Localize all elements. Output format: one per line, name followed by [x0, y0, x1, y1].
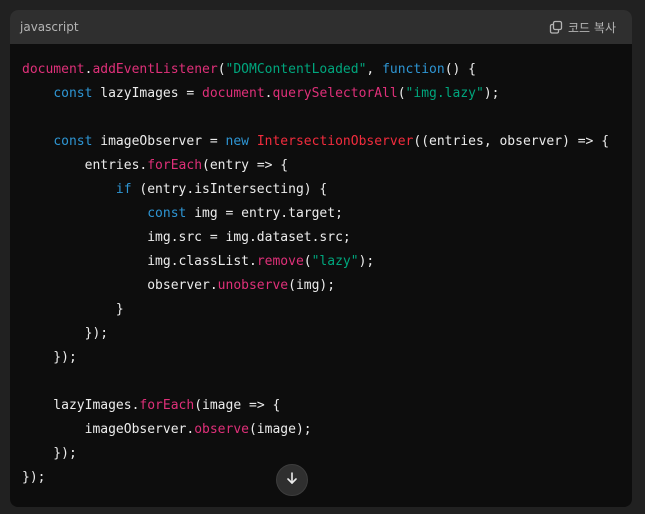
code-token: img = entry.target; [186, 206, 343, 221]
code-token: unobserve [217, 278, 289, 293]
arrow-down-icon [285, 471, 299, 490]
code-token: "lazy" [311, 254, 359, 269]
code-token: const [53, 86, 93, 101]
code-token: ( [397, 86, 406, 101]
code-token: ); [358, 254, 375, 269]
code-token: const [53, 134, 93, 149]
code-token: IntersectionObserver [256, 134, 414, 149]
code-token: (image => { [194, 398, 281, 413]
code-language-label: javascript [20, 20, 79, 34]
code-token: addEventListener [92, 62, 218, 77]
code-token: imageObserver = [92, 134, 226, 149]
code-token: forEach [147, 158, 203, 173]
code-line: const imageObserver = new IntersectionOb… [22, 130, 609, 154]
code-token: if [115, 182, 132, 197]
code-line: imageObserver.observe(image); [22, 418, 609, 442]
code-line: img.classList.remove("lazy"); [22, 250, 609, 274]
code-token: () { [444, 62, 476, 77]
code-token: observe [194, 422, 249, 437]
code-line: document.addEventListener("DOMContentLoa… [22, 58, 609, 82]
code-token: img.src = img.dataset.src; [22, 230, 351, 245]
code-token: img.classList. [22, 254, 257, 269]
code-token: }); [22, 470, 46, 485]
code-line: }); [22, 442, 609, 466]
code-token: new [225, 134, 249, 149]
code-line: }); [22, 322, 609, 346]
code-token: }); [22, 326, 109, 341]
code-line: } [22, 298, 609, 322]
code-line: observer.unobserve(img); [22, 274, 609, 298]
scroll-to-bottom-button[interactable] [276, 464, 308, 496]
copy-code-button[interactable]: 코드 복사 [549, 19, 616, 36]
code-token: ); [483, 86, 500, 101]
code-token: document [202, 86, 265, 101]
code-token: (img); [288, 278, 336, 293]
code-block-header: javascript 코드 복사 [10, 10, 632, 44]
code-line: }); [22, 466, 609, 490]
code-token: (image); [248, 422, 312, 437]
code-content: document.addEventListener("DOMContentLoa… [22, 58, 609, 490]
code-token: lazyImages = [92, 86, 203, 101]
code-line: const img = entry.target; [22, 202, 609, 226]
code-token: "DOMContentLoaded" [225, 62, 367, 77]
code-token: observer. [22, 278, 218, 293]
copy-icon [549, 20, 563, 34]
code-token: }); [22, 446, 77, 461]
code-token: } [22, 302, 124, 317]
code-token: querySelectorAll [272, 86, 398, 101]
code-line: if (entry.isIntersecting) { [22, 178, 609, 202]
code-token: ( [217, 62, 226, 77]
code-token: , [366, 62, 383, 77]
code-token: imageObserver. [22, 422, 195, 437]
code-token: ((entries, observer) => { [413, 134, 610, 149]
code-line: lazyImages.forEach(image => { [22, 394, 609, 418]
code-line: const lazyImages = document.querySelecto… [22, 82, 609, 106]
code-block: javascript 코드 복사 document.addEventListen… [10, 10, 632, 507]
code-token: lazyImages. [22, 398, 140, 413]
code-token: ( [303, 254, 312, 269]
code-token: function [382, 62, 445, 77]
code-token: entries. [22, 158, 148, 173]
code-token: forEach [139, 398, 195, 413]
code-token: const [147, 206, 187, 221]
code-line: img.src = img.dataset.src; [22, 226, 609, 250]
code-token: remove [256, 254, 304, 269]
code-token: }); [22, 350, 77, 365]
code-line: }); [22, 346, 609, 370]
code-line: entries.forEach(entry => { [22, 154, 609, 178]
code-token: document [22, 62, 85, 77]
code-token: (entry => { [202, 158, 289, 173]
code-token: "img.lazy" [405, 86, 484, 101]
copy-code-label: 코드 복사 [568, 20, 616, 35]
code-token: (entry.isIntersecting) { [131, 182, 328, 197]
